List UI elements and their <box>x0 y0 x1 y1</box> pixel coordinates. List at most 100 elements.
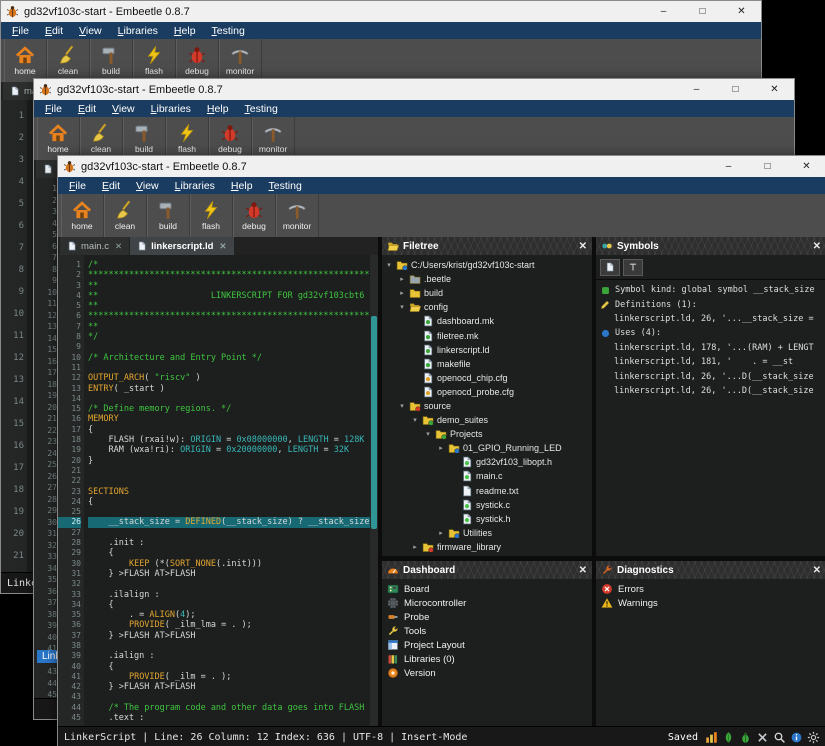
beetle-green-icon[interactable] <box>739 731 752 744</box>
clean-button[interactable]: clean <box>104 194 147 237</box>
monitor-button[interactable]: monitor <box>219 39 262 82</box>
code-line-11[interactable] <box>88 363 370 373</box>
filetree-item-utilities[interactable]: ▸Utilities <box>382 526 592 540</box>
menu-item-testing[interactable]: Testing <box>261 180 310 192</box>
filetree-item-linkerscript.ld[interactable]: linkerscript.ld <box>382 343 592 357</box>
code-line-31[interactable]: } >FLASH AT>FLASH <box>88 569 370 579</box>
close-button[interactable]: ✕ <box>787 156 825 177</box>
build-button[interactable]: build <box>123 117 166 160</box>
code-line-28[interactable]: .init : <box>88 538 370 548</box>
dashboard-item-board[interactable]: Board <box>382 582 592 596</box>
menu-item-file[interactable]: File <box>61 180 94 192</box>
flash-button[interactable]: flash <box>133 39 176 82</box>
code-line-14[interactable] <box>88 394 370 404</box>
filetree-item-readme.txt[interactable]: readme.txt <box>382 484 592 498</box>
symbols-track-button[interactable] <box>623 259 643 276</box>
close-filetree-icon[interactable]: ✕ <box>579 241 587 252</box>
debug-button[interactable]: debug <box>233 194 276 237</box>
menu-item-help[interactable]: Help <box>166 25 204 37</box>
filetree-item-firmware-library[interactable]: ▸firmware_library <box>382 540 592 554</box>
menu-item-file[interactable]: File <box>4 25 37 37</box>
expander-icon[interactable]: ▾ <box>398 303 406 311</box>
code-line-40[interactable]: { <box>88 662 370 672</box>
filetree-item-systick.c[interactable]: systick.c <box>382 498 592 512</box>
editor-scrollbar[interactable] <box>370 255 378 727</box>
minimize-button[interactable]: – <box>709 156 748 177</box>
code-line-4[interactable]: ** LINKERSCRIPT FOR gd32vf103cbt6 <box>88 291 370 301</box>
expander-icon[interactable]: ▾ <box>398 402 406 410</box>
filetree-item-demo-suites[interactable]: ▾demo_suites <box>382 413 592 427</box>
diagnostics-header[interactable]: Diagnostics ✕ <box>596 561 825 579</box>
code-line-6[interactable]: ****************************************… <box>88 311 370 321</box>
cross-icon[interactable] <box>756 731 769 744</box>
dashboard-item-tools[interactable]: Tools <box>382 624 592 638</box>
filetree-item-dashboard.mk[interactable]: dashboard.mk <box>382 314 592 328</box>
maximize-button[interactable]: □ <box>716 79 755 100</box>
symbol-reference[interactable]: linkerscript.ld, 26, '...__stack_size = <box>596 312 825 326</box>
code-line-33[interactable]: .ilalign : <box>88 590 370 600</box>
code-line-25[interactable] <box>88 507 370 517</box>
close-diagnostics-icon[interactable]: ✕ <box>813 565 821 576</box>
dashboard-item-probe[interactable]: Probe <box>382 610 592 624</box>
menu-item-file[interactable]: File <box>37 103 70 115</box>
menu-item-libraries[interactable]: Libraries <box>143 103 199 115</box>
window-titlebar[interactable]: gd32vf103c-start - Embeetle 0.8.7 – □ ✕ <box>58 156 825 177</box>
code-editor[interactable]: /***************************************… <box>84 255 370 727</box>
code-line-35[interactable]: . = ALIGN(4); <box>88 610 370 620</box>
expander-icon[interactable]: ▸ <box>398 275 406 283</box>
symbols-file-button[interactable] <box>600 259 620 276</box>
maximize-button[interactable]: □ <box>748 156 787 177</box>
menu-item-help[interactable]: Help <box>199 103 237 115</box>
menu-item-edit[interactable]: Edit <box>94 180 128 192</box>
filetree-header[interactable]: Filetree ✕ <box>382 237 592 255</box>
filetree-item-c-users-krist-gd32vf103c-start[interactable]: ▾C:/Users/krist/gd32vf103c-start <box>382 258 592 272</box>
monitor-button[interactable]: monitor <box>252 117 295 160</box>
symbols-header[interactable]: Symbols ✕ <box>596 237 825 255</box>
close-button[interactable]: ✕ <box>755 79 794 100</box>
flash-button[interactable]: flash <box>190 194 233 237</box>
code-line-2[interactable]: ****************************************… <box>88 270 370 280</box>
filetree-item-gd32vf103-libopt.h[interactable]: gd32vf103_libopt.h <box>382 455 592 469</box>
menu-item-libraries[interactable]: Libraries <box>167 180 223 192</box>
code-line-1[interactable]: /* <box>88 260 370 270</box>
code-line-27[interactable] <box>88 528 370 538</box>
code-line-10[interactable]: /* Architecture and Entry Point */ <box>88 353 370 363</box>
maximize-button[interactable]: □ <box>683 1 722 22</box>
diagnostics-item-errors[interactable]: Errors <box>596 582 825 596</box>
code-line-38[interactable] <box>88 641 370 651</box>
info-icon[interactable] <box>790 731 803 744</box>
code-line-8[interactable]: */ <box>88 332 370 342</box>
filetree-item-projects[interactable]: ▾Projects <box>382 427 592 441</box>
code-line-45[interactable]: .text : <box>88 713 370 723</box>
code-line-5[interactable]: ** <box>88 301 370 311</box>
menu-item-view[interactable]: View <box>128 180 167 192</box>
code-line-12[interactable]: OUTPUT_ARCH( "riscv" ) <box>88 373 370 383</box>
clean-button[interactable]: clean <box>47 39 90 82</box>
flash-button[interactable]: flash <box>166 117 209 160</box>
close-tab-icon[interactable]: ✕ <box>219 241 226 252</box>
code-line-42[interactable]: } >FLASH AT>FLASH <box>88 682 370 692</box>
filetree-item-source[interactable]: ▾source <box>382 399 592 413</box>
home-button[interactable]: home <box>37 117 80 160</box>
symbol-reference[interactable]: linkerscript.ld, 26, '...D(__stack_size <box>596 384 825 398</box>
code-line-23[interactable]: SECTIONS <box>88 487 370 497</box>
expander-icon[interactable]: ▾ <box>411 416 419 424</box>
code-line-22[interactable] <box>88 476 370 486</box>
editor-tab-linkerscript.ld[interactable]: linkerscript.ld✕ <box>130 237 233 255</box>
code-line-26[interactable]: __stack_size = DEFINED(__stack_size) ? _… <box>88 517 370 527</box>
symbol-reference[interactable]: linkerscript.ld, 181, ' . = __st <box>596 355 825 369</box>
code-line-36[interactable]: PROVIDE( _ilm_lma = . ); <box>88 620 370 630</box>
code-line-16[interactable]: MEMORY <box>88 414 370 424</box>
code-line-3[interactable]: ** <box>88 281 370 291</box>
magnifier-icon[interactable] <box>773 731 786 744</box>
filetree-item-main.c[interactable]: main.c <box>382 469 592 483</box>
code-line-32[interactable] <box>88 579 370 589</box>
debug-button[interactable]: debug <box>176 39 219 82</box>
expander-icon[interactable]: ▾ <box>385 261 393 269</box>
window-titlebar[interactable]: gd32vf103c-start - Embeetle 0.8.7 – □ ✕ <box>1 1 761 22</box>
expander-icon[interactable]: ▸ <box>437 529 445 537</box>
home-button[interactable]: home <box>61 194 104 237</box>
dashboard-item-project-layout[interactable]: Project Layout <box>382 638 592 652</box>
symbol-reference[interactable]: linkerscript.ld, 26, '...D(__stack_size <box>596 369 825 383</box>
close-dashboard-icon[interactable]: ✕ <box>579 565 587 576</box>
